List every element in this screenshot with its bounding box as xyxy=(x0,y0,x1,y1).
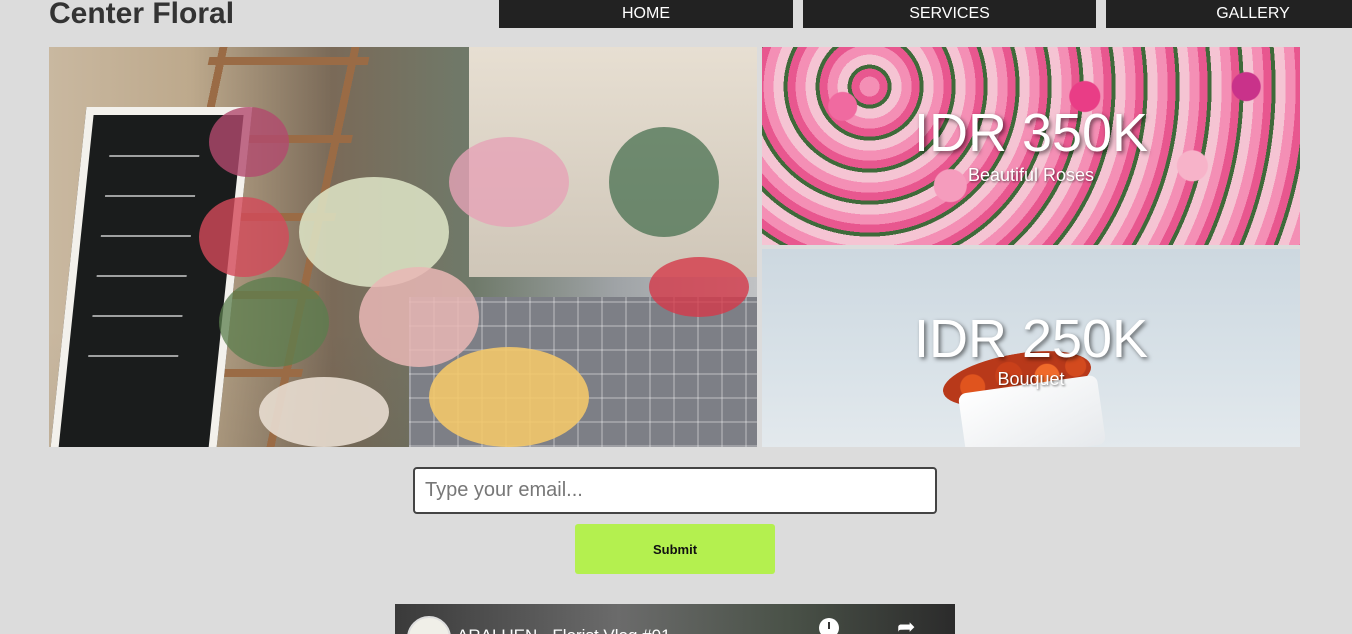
nav-services-link[interactable]: SERVICES xyxy=(803,0,1096,28)
clock-icon[interactable] xyxy=(819,618,839,634)
product-name: Bouquet xyxy=(997,369,1065,389)
product-name: Beautiful Roses xyxy=(967,165,1095,185)
nav-gallery-link[interactable]: GALLERY xyxy=(1106,0,1352,28)
video-embed[interactable]: ARALUEN - Florist Vlog #01 ➦ xyxy=(395,604,955,634)
product-price: IDR 350K xyxy=(913,103,1149,163)
nav-home-link[interactable]: HOME xyxy=(499,0,793,28)
channel-avatar[interactable] xyxy=(407,616,451,634)
hero-flower-shop-image xyxy=(49,47,757,447)
video-title[interactable]: ARALUEN - Florist Vlog #01 xyxy=(457,626,671,634)
product-card-bouquet[interactable]: IDR 250K Bouquet xyxy=(762,249,1300,447)
product-price: IDR 250K xyxy=(913,309,1149,369)
email-input[interactable] xyxy=(413,467,937,514)
share-icon[interactable]: ➦ xyxy=(897,616,915,634)
product-card-roses[interactable]: IDR 350K Beautiful Roses xyxy=(762,47,1300,245)
page: Center Floral HOME SERVICES GALLERY IDR … xyxy=(0,0,1352,634)
site-logo-title[interactable]: Center Floral xyxy=(49,0,234,34)
submit-button[interactable]: Submit xyxy=(575,524,775,574)
